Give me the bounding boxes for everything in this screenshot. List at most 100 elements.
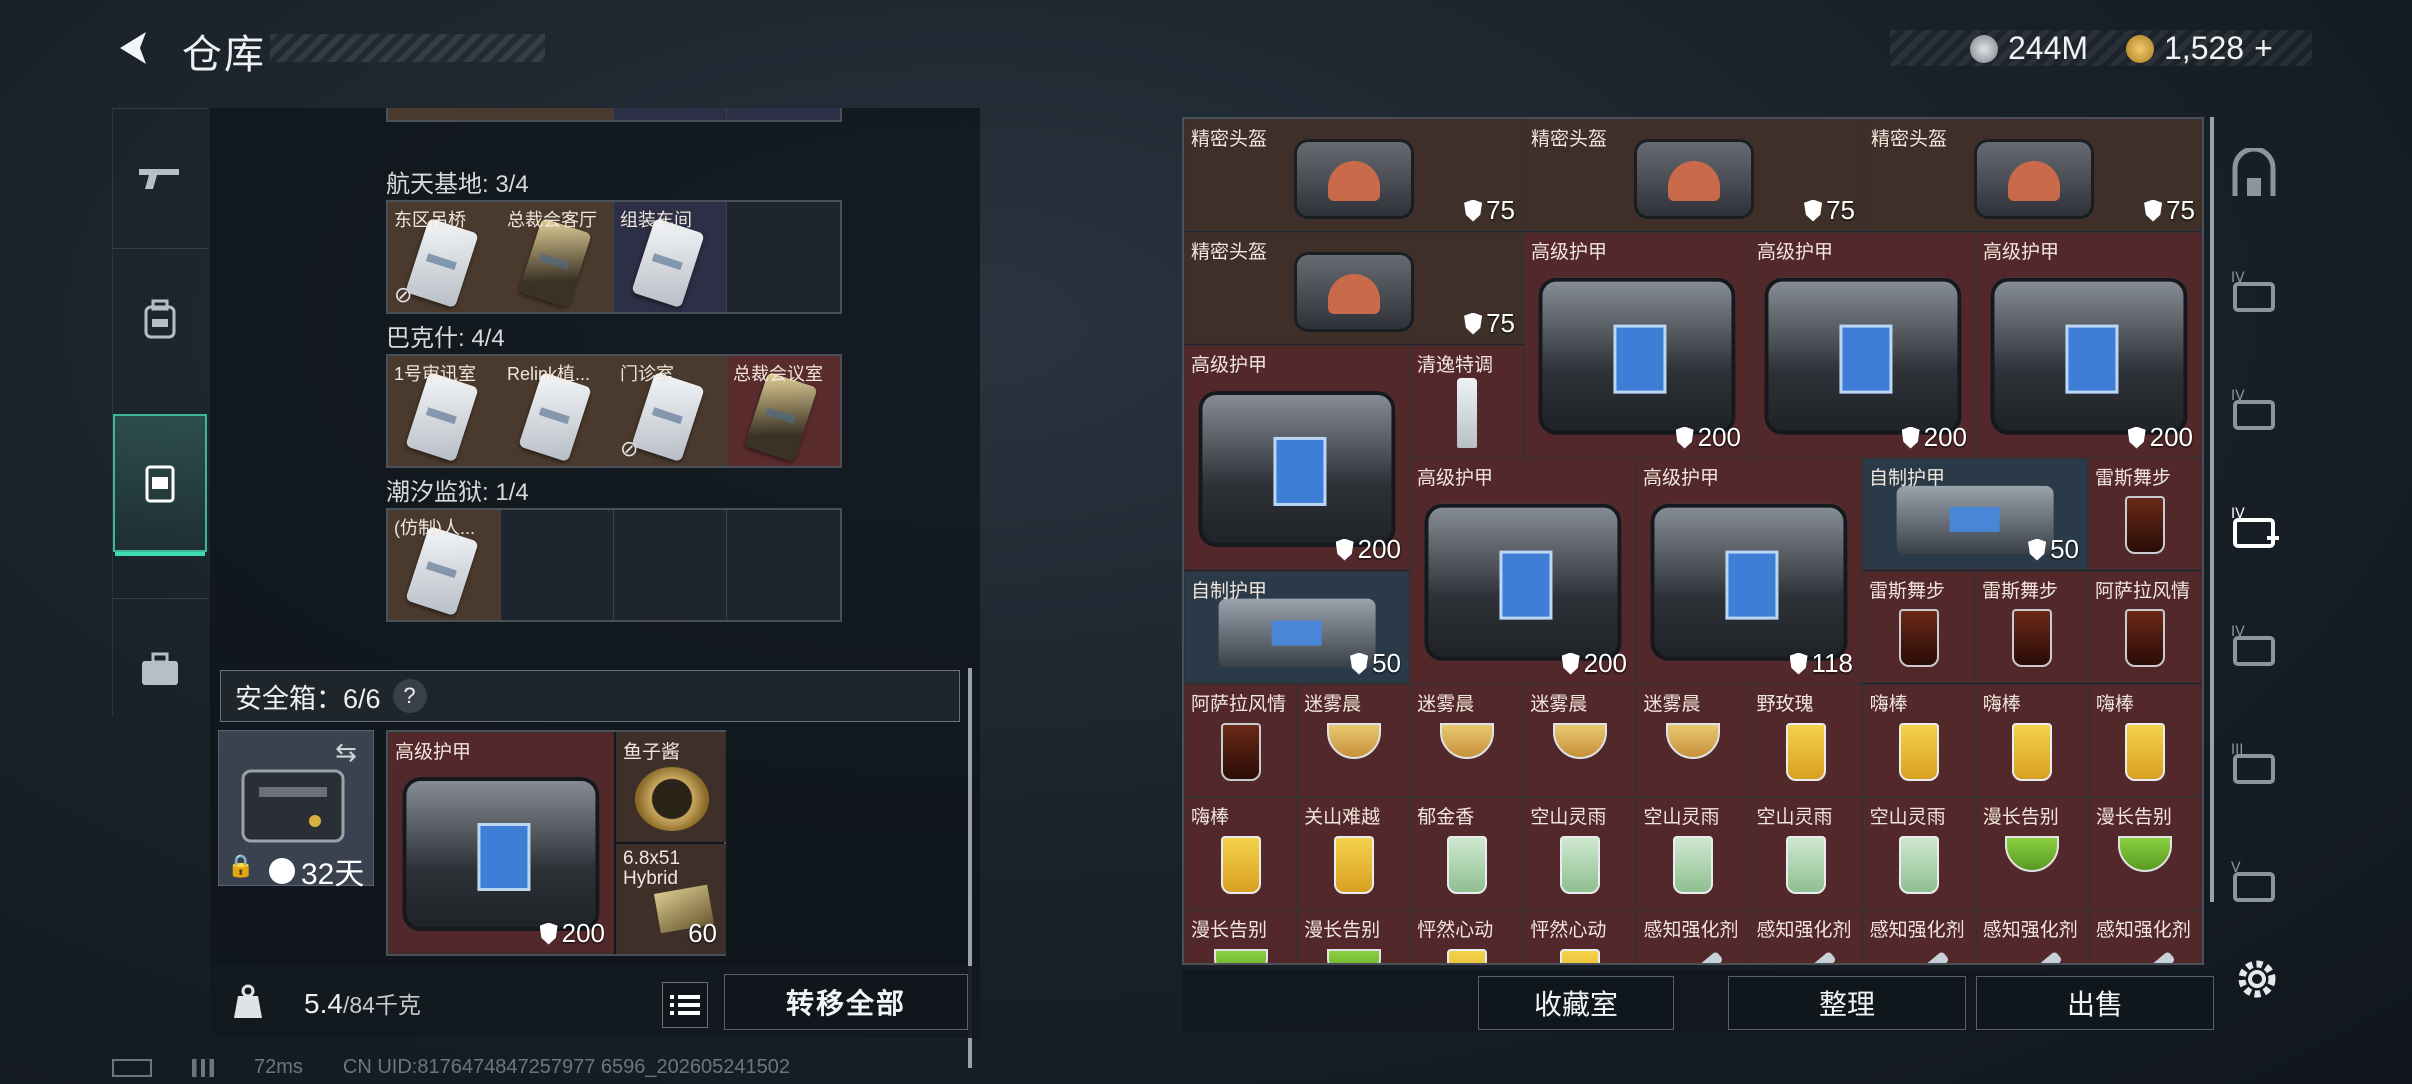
storage-tab-5[interactable]: III (2214, 707, 2294, 823)
empty-keycard-slot[interactable] (727, 202, 840, 312)
stash-item[interactable]: 阿萨拉风情 (2088, 571, 2202, 683)
safe-item-armor[interactable]: 高级护甲 200 (388, 732, 614, 954)
empty-keycard-slot[interactable] (727, 510, 840, 620)
keycard-slot[interactable]: 总裁会议室 (727, 356, 840, 466)
empty-keycard-slot[interactable] (614, 510, 727, 620)
stash-item[interactable]: 雷斯舞步 (1862, 571, 1975, 683)
storage-tab-3[interactable]: IV (2214, 471, 2294, 587)
stash-item[interactable]: 感知强化剂 (1862, 910, 1976, 963)
keycard-scroll-area[interactable]: 航天基地: 3/4 东区吊桥 ⊘ 总裁会客厅 组装车间 巴克什: 4/4 1号审讯室 Reli… (210, 108, 980, 658)
nav-tab-vests[interactable] (113, 414, 207, 556)
stash-item[interactable]: 感知强化剂 (1636, 910, 1750, 963)
stash-item[interactable]: 漫长告别 (2088, 797, 2202, 910)
sell-button[interactable]: 出售 (1976, 976, 2214, 1030)
drink-icon (1552, 722, 1607, 759)
keycard-name: 总裁会客厅 (507, 210, 597, 230)
keycard-slot[interactable]: Relink植... (501, 356, 614, 466)
storage-tab-0[interactable] (2214, 117, 2294, 233)
stash-item[interactable]: 迷雾晨 (1297, 684, 1411, 797)
collection-room-button[interactable]: 收藏室 (1478, 976, 1674, 1030)
stash-item[interactable]: 嗨棒 (1184, 797, 1298, 910)
keycard-slot[interactable]: 门诊室 ⊘ (614, 356, 727, 466)
keycard-slot[interactable]: 总裁会客厅 (501, 202, 614, 312)
keycard-slot[interactable] (727, 108, 840, 120)
stash-item[interactable]: 阿萨拉风情 (1184, 684, 1298, 797)
back-arrow-icon[interactable] (112, 26, 156, 70)
stash-item[interactable]: 空山灵雨 (1862, 797, 1976, 910)
stash-item[interactable]: 感知强化剂 (1975, 910, 2089, 963)
nav-tab-weapons[interactable] (113, 108, 207, 248)
storage-tab-1[interactable]: IV (2214, 235, 2294, 351)
stash-item[interactable]: 高级护甲 200 (1524, 232, 1750, 458)
safe-item-caviar[interactable]: 鱼子酱 (616, 732, 726, 842)
item-durability: 200 (1335, 534, 1401, 565)
empty-keycard-slot[interactable] (501, 510, 614, 620)
stash-item[interactable]: 感知强化剂 (1749, 910, 1863, 963)
storage-tab-4[interactable]: IV (2214, 589, 2294, 705)
currency-gold[interactable]: 1,528 + (2126, 30, 2273, 67)
stash-item[interactable]: 怦然心动 (1523, 910, 1637, 963)
stash-item[interactable]: 自制护甲 50 (1862, 458, 2088, 570)
sort-button[interactable]: 整理 (1728, 976, 1966, 1030)
keycard-slot[interactable] (614, 108, 727, 120)
stash-item[interactable]: 高级护甲 118 (1636, 458, 1862, 684)
swap-icon[interactable]: ⇆ (335, 737, 357, 768)
stash-item[interactable]: 嗨棒 (2088, 684, 2202, 797)
storage-tier-nav: IV IV IV IV III V (2214, 117, 2294, 967)
syringe-icon (1662, 950, 1724, 963)
storage-tab-6[interactable]: V (2214, 825, 2294, 941)
stash-item[interactable]: 精密头盔 75 (1864, 119, 2202, 231)
item-name: 高级护甲 (1417, 468, 1494, 489)
stash-item[interactable]: 空山灵雨 (1636, 797, 1750, 910)
stash-item[interactable]: 迷雾晨 (1410, 684, 1524, 797)
stash-item[interactable]: 空山灵雨 (1749, 797, 1863, 910)
safe-item-ammo[interactable]: 6.8x51 Hybrid 60 (616, 844, 726, 954)
stash-item[interactable]: 漫长告别 (1184, 910, 1298, 963)
stash-item[interactable]: 关山难越 (1297, 797, 1411, 910)
nav-tab-cases[interactable] (113, 598, 207, 738)
storage-tab-2[interactable]: IV (2214, 353, 2294, 469)
item-name: 自制护甲 (1869, 468, 1946, 489)
stash-grid[interactable]: 精密头盔 75 精密头盔 75 精密头盔 75 精密头盔 75 高级护甲 200 高级护甲 200 高级… (1182, 117, 2204, 965)
transfer-all-button[interactable]: 转移全部 (724, 974, 968, 1030)
keycard-slot[interactable] (501, 108, 614, 120)
keycard-slot[interactable]: 组装车间 (614, 202, 727, 312)
drink-icon (1333, 835, 1374, 894)
stash-item[interactable]: 精密头盔 75 (1524, 119, 1864, 231)
stash-item[interactable]: 高级护甲 200 (1184, 345, 1410, 570)
stash-item[interactable]: 漫长告别 (1297, 910, 1411, 963)
keycard-slot[interactable] (388, 108, 501, 120)
gear-icon[interactable] (2234, 956, 2280, 1002)
keycard-slot[interactable]: 东区吊桥 ⊘ (388, 202, 501, 312)
stash-item[interactable]: 漫长告别 (1975, 797, 2089, 910)
item-name: 精密头盔 (1191, 129, 1268, 150)
stash-item[interactable]: 精密头盔 75 (1184, 232, 1524, 344)
stash-item[interactable]: 郁金香 (1410, 797, 1524, 910)
stash-item[interactable]: 高级护甲 200 (1976, 232, 2202, 458)
stash-item[interactable]: 自制护甲 50 (1184, 571, 1410, 684)
add-currency-button[interactable]: + (2254, 30, 2273, 67)
stash-item[interactable]: 感知强化剂 (2088, 910, 2202, 963)
stash-item[interactable]: 野玫瑰 (1749, 684, 1863, 797)
safe-box-case[interactable]: ⇆ 🔒 32天 (218, 730, 374, 891)
stash-item[interactable]: 雷斯舞步 (2088, 458, 2202, 570)
item-durability: 75 (1464, 195, 1515, 226)
stash-item[interactable]: 高级护甲 200 (1750, 232, 1976, 458)
keycard-slot[interactable]: (仿制)人... (388, 510, 501, 620)
stash-item[interactable]: 嗨棒 (1862, 684, 1976, 797)
list-view-button[interactable] (662, 982, 708, 1028)
caviar-tin-icon (635, 767, 709, 831)
nav-tab-backpacks[interactable] (113, 248, 207, 388)
keycard-slot[interactable]: 1号审讯室 (388, 356, 501, 466)
stash-item[interactable]: 怦然心动 (1410, 910, 1524, 963)
help-button[interactable]: ? (392, 679, 427, 713)
stash-item[interactable]: 雷斯舞步 (1975, 571, 2088, 683)
stash-item[interactable]: 高级护甲 200 (1410, 458, 1636, 684)
stash-item[interactable]: 迷雾晨 (1523, 684, 1637, 797)
stash-item[interactable]: 嗨棒 (1975, 684, 2089, 797)
stash-item[interactable]: 清逸特调 (1410, 345, 1524, 458)
stash-item[interactable]: 精密头盔 75 (1184, 119, 1524, 231)
stash-item[interactable]: 空山灵雨 (1523, 797, 1637, 910)
currency-silver[interactable]: 244M (1970, 30, 2088, 67)
stash-item[interactable]: 迷雾晨 (1636, 684, 1750, 797)
